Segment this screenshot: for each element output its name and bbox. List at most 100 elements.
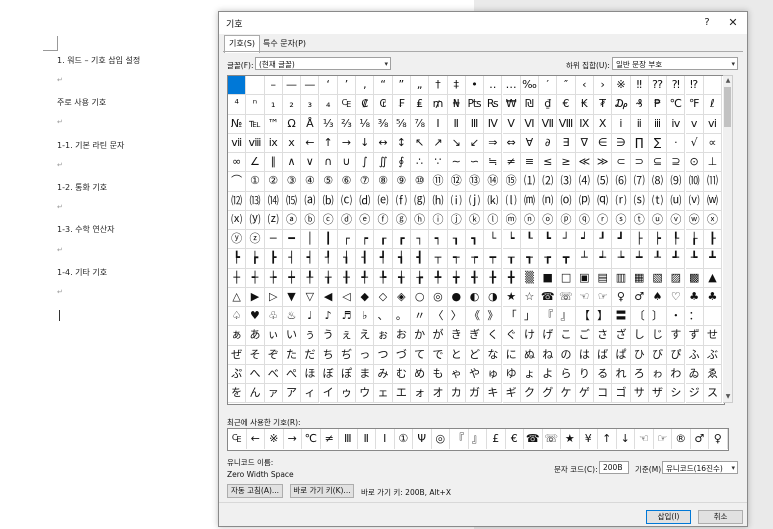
symbol-cell[interactable]: ⒲ bbox=[703, 191, 723, 211]
symbol-cell[interactable]: ∥ bbox=[264, 153, 283, 173]
symbol-cell[interactable]: ┠ bbox=[703, 230, 723, 250]
recent-symbol-cell[interactable]: ♀ bbox=[709, 429, 728, 449]
symbol-cell[interactable]: ⅶ bbox=[228, 133, 247, 153]
symbol-cell[interactable]: ◁ bbox=[337, 287, 357, 307]
symbol-cell[interactable]: か bbox=[411, 326, 430, 346]
symbol-cell[interactable]: ⑨ bbox=[392, 172, 411, 192]
symbol-cell[interactable]: ┝ bbox=[648, 230, 668, 250]
symbol-cell[interactable]: ┪ bbox=[392, 249, 411, 269]
symbol-cell[interactable]: ╃ bbox=[356, 268, 375, 288]
symbol-cell[interactable]: ▽ bbox=[301, 287, 320, 307]
symbol-cell[interactable]: ₤ bbox=[411, 95, 430, 115]
symbol-cell[interactable]: ⅵ bbox=[703, 114, 723, 134]
symbol-cell[interactable]: ₨ bbox=[484, 95, 503, 115]
symbol-cell[interactable]: ┱ bbox=[520, 249, 540, 269]
symbol-cell[interactable]: ┺ bbox=[685, 249, 704, 269]
symbol-cell[interactable]: ⒫ bbox=[575, 191, 594, 211]
symbol-cell[interactable]: ▨ bbox=[667, 268, 686, 288]
symbol-cell[interactable]: ▩ bbox=[685, 268, 704, 288]
symbol-cell[interactable]: ┤ bbox=[282, 249, 302, 269]
symbol-cell[interactable]: ゑ bbox=[703, 364, 723, 384]
symbol-cell[interactable]: ┦ bbox=[319, 249, 338, 269]
symbol-cell[interactable] bbox=[703, 76, 723, 96]
symbol-cell[interactable]: ☏ bbox=[557, 287, 576, 307]
symbol-cell[interactable]: ∠ bbox=[246, 153, 265, 173]
symbol-cell[interactable]: せ bbox=[703, 326, 723, 346]
close-button[interactable]: ✕ bbox=[725, 15, 741, 31]
symbol-cell[interactable]: ■ bbox=[539, 268, 558, 288]
symbol-cell[interactable]: ┨ bbox=[356, 249, 375, 269]
symbol-cell[interactable]: ≥ bbox=[557, 153, 576, 173]
symbol-cell[interactable]: ぃ bbox=[264, 326, 283, 346]
symbol-cell[interactable]: ⅜ bbox=[374, 114, 393, 134]
symbol-cell[interactable]: ┕ bbox=[502, 230, 521, 250]
symbol-cell[interactable]: こ bbox=[557, 326, 576, 346]
symbol-cell[interactable] bbox=[228, 76, 247, 96]
symbol-cell[interactable]: ⒬ bbox=[594, 191, 613, 211]
symbol-cell[interactable]: ∝ bbox=[703, 133, 723, 153]
symbol-cell[interactable]: ♠ bbox=[648, 287, 668, 307]
symbol-cell[interactable]: ∵ bbox=[429, 153, 448, 173]
symbol-cell[interactable]: ┩ bbox=[374, 249, 393, 269]
symbol-cell[interactable]: ∏ bbox=[630, 133, 649, 153]
recent-symbol-cell[interactable]: € bbox=[506, 429, 524, 449]
symbol-cell[interactable]: ⑻ bbox=[648, 172, 668, 192]
symbol-cell[interactable]: ● bbox=[447, 287, 466, 307]
symbol-cell[interactable]: ┌ bbox=[337, 230, 357, 250]
symbol-cell[interactable]: イ bbox=[319, 384, 338, 404]
symbol-cell[interactable]: ℓ bbox=[703, 95, 723, 115]
symbol-cell[interactable]: ┐ bbox=[411, 230, 430, 250]
symbol-cell[interactable]: く bbox=[484, 326, 503, 346]
recent-symbol-cell[interactable]: ★ bbox=[561, 429, 580, 449]
symbol-cell[interactable]: ├ bbox=[630, 230, 649, 250]
symbol-cell[interactable]: ◑ bbox=[484, 287, 503, 307]
symbol-cell[interactable]: ォ bbox=[411, 384, 430, 404]
insert-button[interactable]: 삽입(I) bbox=[646, 510, 691, 524]
symbol-cell[interactable]: ╉ bbox=[465, 268, 485, 288]
symbol-cell[interactable]: ⒱ bbox=[685, 191, 704, 211]
symbol-cell[interactable]: ゅ bbox=[484, 364, 503, 384]
symbol-cell[interactable]: ┓ bbox=[465, 230, 485, 250]
symbol-cell[interactable]: ▶ bbox=[246, 287, 265, 307]
symbol-cell[interactable]: ₱ bbox=[648, 95, 668, 115]
symbol-cell[interactable]: ┟ bbox=[685, 230, 704, 250]
symbol-cell[interactable]: さ bbox=[594, 326, 613, 346]
symbol-cell[interactable]: ☞ bbox=[594, 287, 613, 307]
symbol-cell[interactable]: ⑤ bbox=[319, 172, 338, 192]
symbol-cell[interactable]: ┚ bbox=[594, 230, 613, 250]
recent-symbol-cell[interactable]: ↑ bbox=[598, 429, 617, 449]
symbol-cell[interactable]: ↔ bbox=[374, 133, 393, 153]
from-select[interactable]: 유니코드(16진수) ▾ bbox=[662, 461, 738, 474]
symbol-cell[interactable]: ⒨ bbox=[520, 191, 540, 211]
symbol-cell[interactable]: ⊇ bbox=[667, 153, 686, 173]
symbol-cell[interactable]: コ bbox=[594, 384, 613, 404]
symbol-cell[interactable]: ⇒ bbox=[484, 133, 503, 153]
symbol-cell[interactable]: ┾ bbox=[264, 268, 283, 288]
symbol-cell[interactable]: ⒵ bbox=[264, 210, 283, 230]
symbol-cell[interactable]: ⓑ bbox=[301, 210, 320, 230]
symbol-cell[interactable]: ⑩ bbox=[411, 172, 430, 192]
symbol-cell[interactable]: ┍ bbox=[356, 230, 375, 250]
symbol-cell[interactable]: ▦ bbox=[630, 268, 649, 288]
symbol-cell[interactable]: ⓔ bbox=[356, 210, 375, 230]
symbol-cell[interactable]: ガ bbox=[465, 384, 485, 404]
subset-select[interactable]: 일반 문장 부호 ▾ bbox=[612, 57, 738, 70]
symbol-cell[interactable]: ⓕ bbox=[374, 210, 393, 230]
symbol-cell[interactable]: ① bbox=[246, 172, 265, 192]
symbol-cell[interactable]: ⒟ bbox=[356, 191, 375, 211]
symbol-cell[interactable]: ∞ bbox=[228, 153, 247, 173]
symbol-cell[interactable]: ⑶ bbox=[557, 172, 576, 192]
symbol-cell[interactable]: ⓤ bbox=[648, 210, 668, 230]
symbol-cell[interactable]: ″ bbox=[557, 76, 576, 96]
symbol-cell[interactable]: ∂ bbox=[539, 133, 558, 153]
recent-symbol-cell[interactable]: ☏ bbox=[543, 429, 561, 449]
symbol-cell[interactable]: ₯ bbox=[612, 95, 631, 115]
symbol-cell[interactable]: ぐ bbox=[502, 326, 521, 346]
symbol-cell[interactable]: ば bbox=[594, 345, 613, 365]
symbol-cell[interactable]: ⒁ bbox=[264, 191, 283, 211]
symbol-cell[interactable]: て bbox=[411, 345, 430, 365]
symbol-cell[interactable]: ゎ bbox=[648, 364, 668, 384]
recent-symbol-cell[interactable]: ※ bbox=[265, 429, 284, 449]
symbol-cell[interactable]: 「 bbox=[502, 307, 521, 327]
symbol-cell[interactable]: ′ bbox=[539, 76, 558, 96]
